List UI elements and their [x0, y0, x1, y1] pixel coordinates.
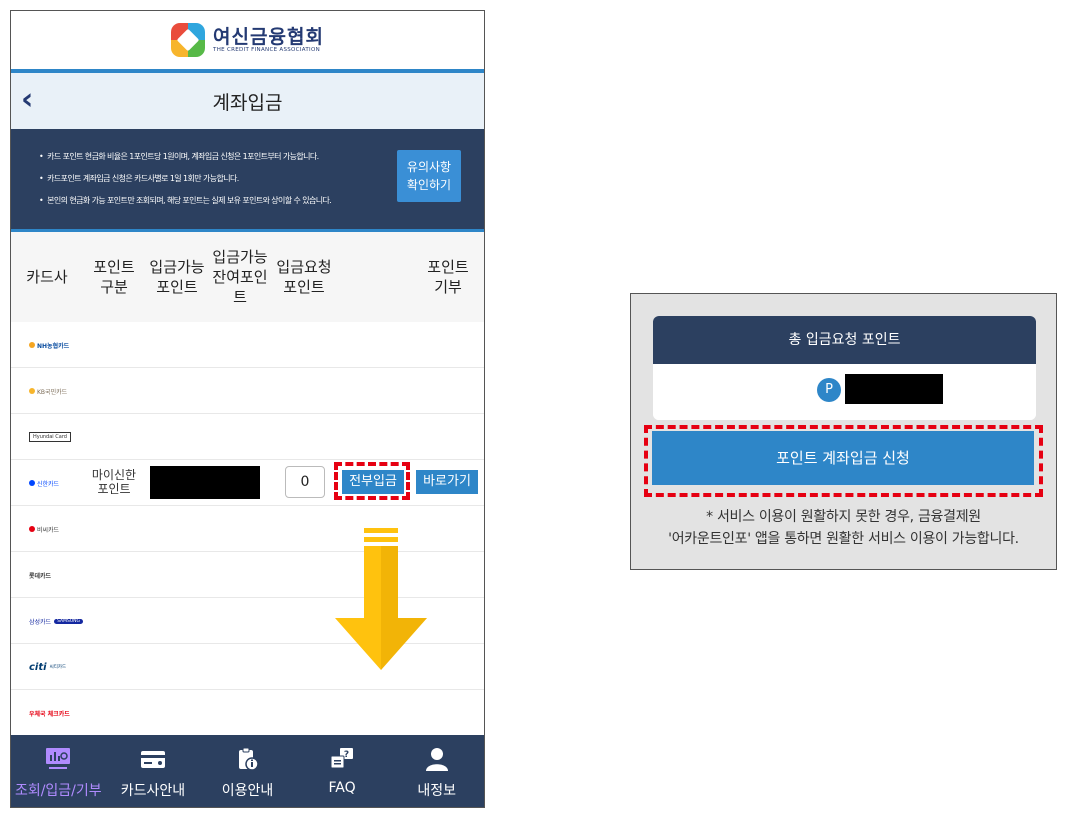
inquiry-icon [46, 748, 71, 769]
shinhan-logo-icon [29, 480, 35, 486]
scroll-down-arrow-icon [335, 528, 427, 670]
table-row[interactable]: 우체국 체크카드 [11, 690, 484, 736]
org-name-en: THE CREDIT FINANCE ASSOCIATION [213, 47, 321, 53]
view-precautions-button[interactable]: 유의사항 확인하기 [397, 150, 461, 202]
samsung-card-logo: 삼성카드 SAMSUNG [29, 598, 83, 644]
highlight-frame [334, 462, 410, 500]
notice-item: 카드 포인트 현금화 비율은 1포인트당 1원이며, 계좌입금 신청은 1포인트… [39, 146, 331, 168]
header-point-donation: 포인트 기부 [427, 258, 469, 296]
nav-usage-guide[interactable]: 이용안내 [200, 735, 295, 807]
lotte-card-logo: 롯데카드 [29, 572, 52, 580]
bc-card-logo: 비씨카드 [29, 506, 59, 552]
shinhan-card-logo: 신한카드 [29, 460, 59, 506]
request-points-input[interactable]: 0 [285, 466, 325, 498]
citi-card-logo: citi 씨티카드 [29, 661, 67, 673]
highlight-frame [644, 425, 1043, 497]
go-to-donation-button[interactable]: 바로가기 [416, 470, 478, 494]
point-badge-icon: P [817, 378, 841, 402]
header-card-company: 카드사 [26, 268, 68, 286]
header-logo[interactable]: 여신금융협회 THE CREDIT FINANCE ASSOCIATION [11, 11, 484, 69]
service-footnote: * 서비스 이용이 원활하지 못한 경우, 금융결제원 '어카운트인포' 앱을 … [668, 509, 1019, 547]
card-icon [140, 751, 165, 768]
redacted-available-points [150, 466, 260, 499]
deposit-summary-panel: 총 입금요청 포인트 P 포인트 계좌입금 신청 * 서비스 이용이 원활하지 … [630, 293, 1057, 570]
nh-card-logo: NH농협카드 [29, 322, 69, 368]
faq-icon: ? [330, 748, 354, 769]
svg-text:?: ? [344, 750, 349, 760]
nh-logo-icon [29, 342, 35, 348]
mobile-screen: 여신금융협회 THE CREDIT FINANCE ASSOCIATION ‹ … [10, 10, 485, 808]
header-available-points: 입금가능 포인트 [149, 258, 205, 296]
header-request-points: 입금요청 포인트 [276, 258, 332, 296]
table-row[interactable]: Hyundai Card [11, 414, 484, 460]
back-arrow-icon[interactable]: ‹ [21, 85, 45, 115]
total-request-title: 총 입금요청 포인트 [653, 316, 1036, 364]
association-logo-icon [171, 23, 206, 57]
kb-logo-icon [29, 388, 35, 394]
notice-item: 본인의 현금화 가능 포인트만 조회되며, 해당 포인트는 실제 보유 포인트와… [39, 190, 332, 212]
page-title: 계좌입금 [212, 91, 283, 114]
hyundai-card-logo: Hyundai Card [29, 414, 71, 460]
user-icon [425, 748, 448, 771]
table-row[interactable]: KB국민카드 [11, 368, 484, 414]
table-row[interactable]: NH농협카드 [11, 322, 484, 368]
notice-panel: 카드 포인트 현금화 비율은 1포인트당 1원이며, 계좌입금 신청은 1포인트… [11, 129, 484, 229]
notice-item: 카드포인트 계좌입금 신청은 카드사별로 1일 1회만 가능합니다. [39, 168, 331, 190]
nav-inquiry-deposit-donate[interactable]: 조회/입금/기부 [11, 735, 106, 807]
bottom-navigation: 조회/입금/기부 카드사안내 이용안내 ? FAQ 내정보 [11, 735, 484, 807]
bc-logo-icon [29, 526, 35, 532]
org-name: 여신금융협회 [213, 26, 324, 48]
table-row[interactable]: 신한카드 마이신한 포인트 0 전부입금 바로가기 [11, 460, 484, 506]
nav-card-company-guide[interactable]: 카드사안내 [106, 735, 201, 807]
point-type-label: 마이신한 포인트 [91, 468, 137, 496]
table-header: 카드사 포인트 구분 입금가능 포인트 입금가능 잔여포인 트 입금요청 포인트 포인트 기… [11, 232, 484, 322]
redacted-total-points [845, 374, 943, 404]
title-bar: ‹ 계좌입금 [11, 73, 484, 129]
info-icon [239, 747, 260, 771]
post-card-logo: 우체국 체크카드 [29, 710, 70, 718]
header-point-type: 포인트 구분 [93, 258, 135, 296]
nav-my-info[interactable]: 내정보 [389, 735, 484, 807]
total-request-card: 총 입금요청 포인트 P [653, 316, 1036, 420]
notice-list: 카드 포인트 현금화 비율은 1포인트당 1원이며, 계좌입금 신청은 1포인트… [39, 146, 332, 212]
header-remaining-points: 입금가능 잔여포인 트 [212, 248, 268, 306]
kb-card-logo: KB국민카드 [29, 368, 67, 414]
nav-faq[interactable]: ? FAQ [295, 735, 390, 807]
